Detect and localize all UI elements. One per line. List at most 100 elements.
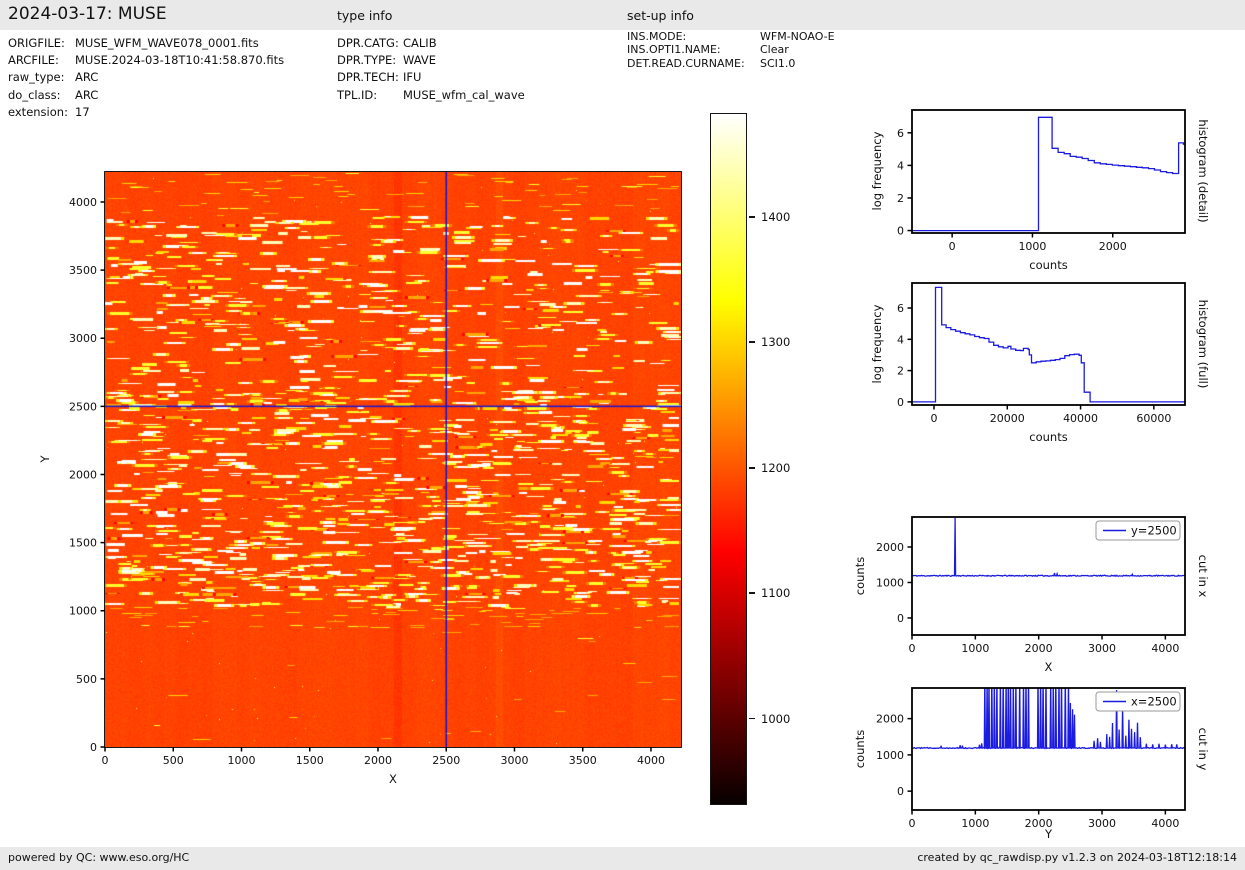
svg-text:1000: 1000 — [961, 642, 989, 655]
raw-image-canvas — [105, 172, 681, 747]
colorbar — [710, 113, 747, 805]
hist-detail-side-label: histogram (detail) — [1196, 119, 1210, 222]
svg-text:2000: 2000 — [876, 713, 904, 726]
svg-text:0: 0 — [909, 642, 916, 655]
ins-opti1-row: INS.OPTI1.NAME:Clear — [627, 43, 835, 56]
det-read-row: DET.READ.CURNAME:SCI1.0 — [627, 57, 835, 70]
svg-text:0: 0 — [909, 817, 916, 830]
colorbar-tick-label: 1200 — [761, 461, 790, 475]
svg-text:4000: 4000 — [637, 754, 665, 767]
svg-text:X: X — [1045, 660, 1053, 674]
colorbar-tick-label: 1100 — [761, 586, 790, 600]
svg-text:1000: 1000 — [876, 576, 904, 589]
dpr-tech-row: DPR.TECH:IFU — [337, 69, 525, 86]
ins-mode-label: INS.MODE: — [627, 30, 760, 43]
raw-type-row: raw_type:ARC — [8, 69, 284, 86]
ins-mode-row: INS.MODE:WFM-NOAO-E — [627, 30, 835, 43]
svg-text:60000: 60000 — [1136, 412, 1171, 425]
svg-text:6: 6 — [897, 127, 904, 140]
origfile-row: ORIGFILE:MUSE_WFM_WAVE078_0001.fits — [8, 35, 284, 52]
do-class-label: do_class: — [8, 87, 75, 104]
colorbar-tick — [749, 341, 755, 343]
arcfile-value: MUSE.2024-03-18T10:41:58.870.fits — [75, 53, 284, 67]
tpl-id-label: TPL.ID: — [337, 87, 403, 104]
dpr-type-row: DPR.TYPE:WAVE — [337, 52, 525, 69]
svg-text:1500: 1500 — [296, 754, 324, 767]
svg-text:4: 4 — [897, 159, 904, 172]
type-info-block: DPR.CATG:CALIB DPR.TYPE:WAVE DPR.TECH:IF… — [337, 35, 525, 104]
svg-text:3500: 3500 — [569, 754, 597, 767]
svg-text:4000: 4000 — [1151, 817, 1179, 830]
svg-text:4: 4 — [897, 333, 904, 346]
colorbar-tick — [749, 216, 755, 218]
tpl-id-row: TPL.ID:MUSE_wfm_cal_wave — [337, 87, 525, 104]
svg-text:500: 500 — [163, 754, 184, 767]
page-title: 2024-03-17: MUSE — [8, 4, 167, 24]
dpr-type-label: DPR.TYPE: — [337, 52, 403, 69]
type-info-section-title: type info — [337, 8, 392, 23]
svg-text:1000: 1000 — [227, 754, 255, 767]
dpr-catg-row: DPR.CATG:CALIB — [337, 35, 525, 52]
svg-text:0: 0 — [897, 396, 904, 409]
cut-y-side-label: cut in y — [1196, 728, 1210, 771]
det-read-label: DET.READ.CURNAME: — [627, 57, 760, 70]
dpr-tech-label: DPR.TECH: — [337, 69, 403, 86]
colorbar-tick — [749, 467, 755, 469]
svg-text:3000: 3000 — [69, 332, 97, 345]
cut-x-y-axis-label: counts — [853, 557, 867, 595]
svg-text:40000: 40000 — [1063, 412, 1098, 425]
svg-text:x=2500: x=2500 — [1131, 695, 1177, 709]
file-info-block: ORIGFILE:MUSE_WFM_WAVE078_0001.fits ARCF… — [8, 35, 284, 121]
svg-text:counts: counts — [1029, 430, 1067, 444]
svg-text:Y: Y — [1044, 827, 1053, 841]
dpr-catg-value: CALIB — [403, 36, 437, 50]
svg-text:2000: 2000 — [1025, 817, 1053, 830]
svg-text:500: 500 — [76, 673, 97, 686]
svg-text:1000: 1000 — [961, 817, 989, 830]
svg-text:2000: 2000 — [364, 754, 392, 767]
svg-text:2000: 2000 — [69, 468, 97, 481]
svg-text:3000: 3000 — [500, 754, 528, 767]
dpr-tech-value: IFU — [403, 70, 421, 84]
svg-text:2: 2 — [897, 192, 904, 205]
svg-text:y=2500: y=2500 — [1131, 524, 1177, 538]
ins-opti1-value: Clear — [760, 43, 789, 56]
hist-full-side-label: histogram (full) — [1196, 300, 1210, 389]
det-read-value: SCI1.0 — [760, 57, 795, 70]
svg-text:6: 6 — [897, 302, 904, 315]
svg-text:0: 0 — [930, 412, 937, 425]
cut-y-y-axis-label: counts — [853, 730, 867, 768]
cut-x-side-label: cut in x — [1196, 555, 1210, 598]
colorbar-tick-label: 1000 — [761, 712, 790, 726]
svg-text:2500: 2500 — [69, 400, 97, 413]
colorbar-tick-label: 1300 — [761, 335, 790, 349]
svg-text:4000: 4000 — [1151, 642, 1179, 655]
hist-detail-y-axis-label: log frequency — [870, 132, 884, 211]
svg-text:4000: 4000 — [69, 196, 97, 209]
do-class-value: ARC — [75, 88, 98, 102]
raw-type-label: raw_type: — [8, 69, 75, 86]
svg-text:3000: 3000 — [1088, 642, 1116, 655]
svg-text:2000: 2000 — [1025, 642, 1053, 655]
svg-text:X: X — [389, 772, 397, 786]
svg-text:0: 0 — [897, 785, 904, 798]
svg-text:0: 0 — [90, 741, 97, 754]
tpl-id-value: MUSE_wfm_cal_wave — [403, 88, 525, 102]
origfile-value: MUSE_WFM_WAVE078_0001.fits — [75, 36, 259, 50]
arcfile-row: ARCFILE:MUSE.2024-03-18T10:41:58.870.fit… — [8, 52, 284, 69]
svg-text:2000: 2000 — [876, 541, 904, 554]
svg-text:2500: 2500 — [432, 754, 460, 767]
do-class-row: do_class:ARC — [8, 87, 284, 104]
ins-mode-value: WFM-NOAO-E — [760, 30, 835, 43]
svg-text:1000: 1000 — [69, 605, 97, 618]
dpr-type-value: WAVE — [403, 53, 436, 67]
svg-text:counts: counts — [1029, 258, 1067, 272]
extension-label: extension: — [8, 104, 75, 121]
footer-powered-by: powered by QC: www.eso.org/HC — [8, 851, 189, 864]
extension-value: 17 — [75, 105, 90, 119]
colorbar-tick-label: 1400 — [761, 210, 790, 224]
svg-text:0: 0 — [949, 240, 956, 253]
hist-full-y-axis-label: log frequency — [870, 305, 884, 384]
header-bar — [0, 0, 1245, 30]
svg-text:0: 0 — [897, 612, 904, 625]
